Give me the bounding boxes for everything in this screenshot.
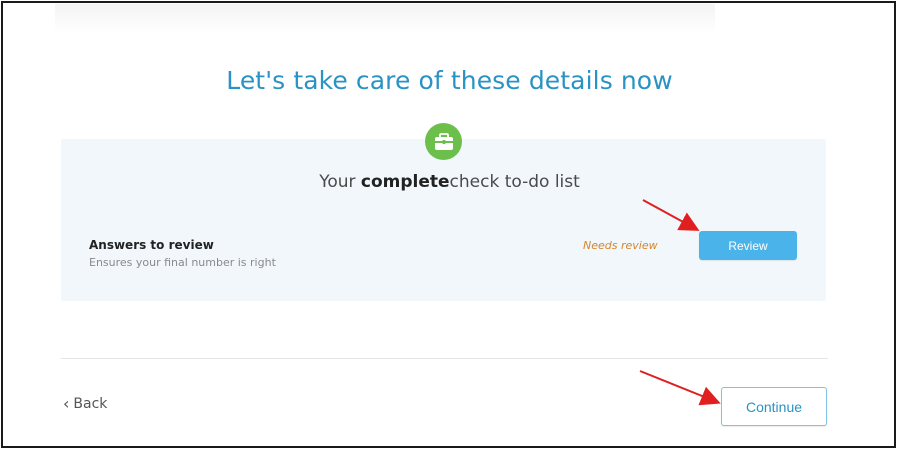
chevron-left-icon: ‹ — [63, 394, 70, 413]
status-badge: Needs review — [583, 239, 658, 252]
briefcase-icon — [425, 123, 462, 160]
faded-header-area — [55, 4, 715, 34]
subtitle-suffix: check to-do list — [449, 172, 580, 192]
review-button[interactable]: Review — [699, 231, 797, 260]
subtitle-bold: complete — [360, 172, 450, 192]
subtitle-prefix: Your — [319, 172, 361, 192]
footer-divider — [61, 358, 828, 359]
checklist-card — [61, 139, 826, 301]
checklist-subtitle: Your completecheck to-do list — [0, 172, 899, 192]
continue-button[interactable]: Continue — [721, 387, 827, 426]
checklist-item-title: Answers to review — [89, 238, 214, 252]
checklist-item-description: Ensures your final number is right — [89, 256, 276, 269]
back-label: Back — [73, 396, 108, 412]
back-link[interactable]: ‹ Back — [63, 394, 108, 413]
page-title: Let's take care of these details now — [226, 66, 673, 95]
